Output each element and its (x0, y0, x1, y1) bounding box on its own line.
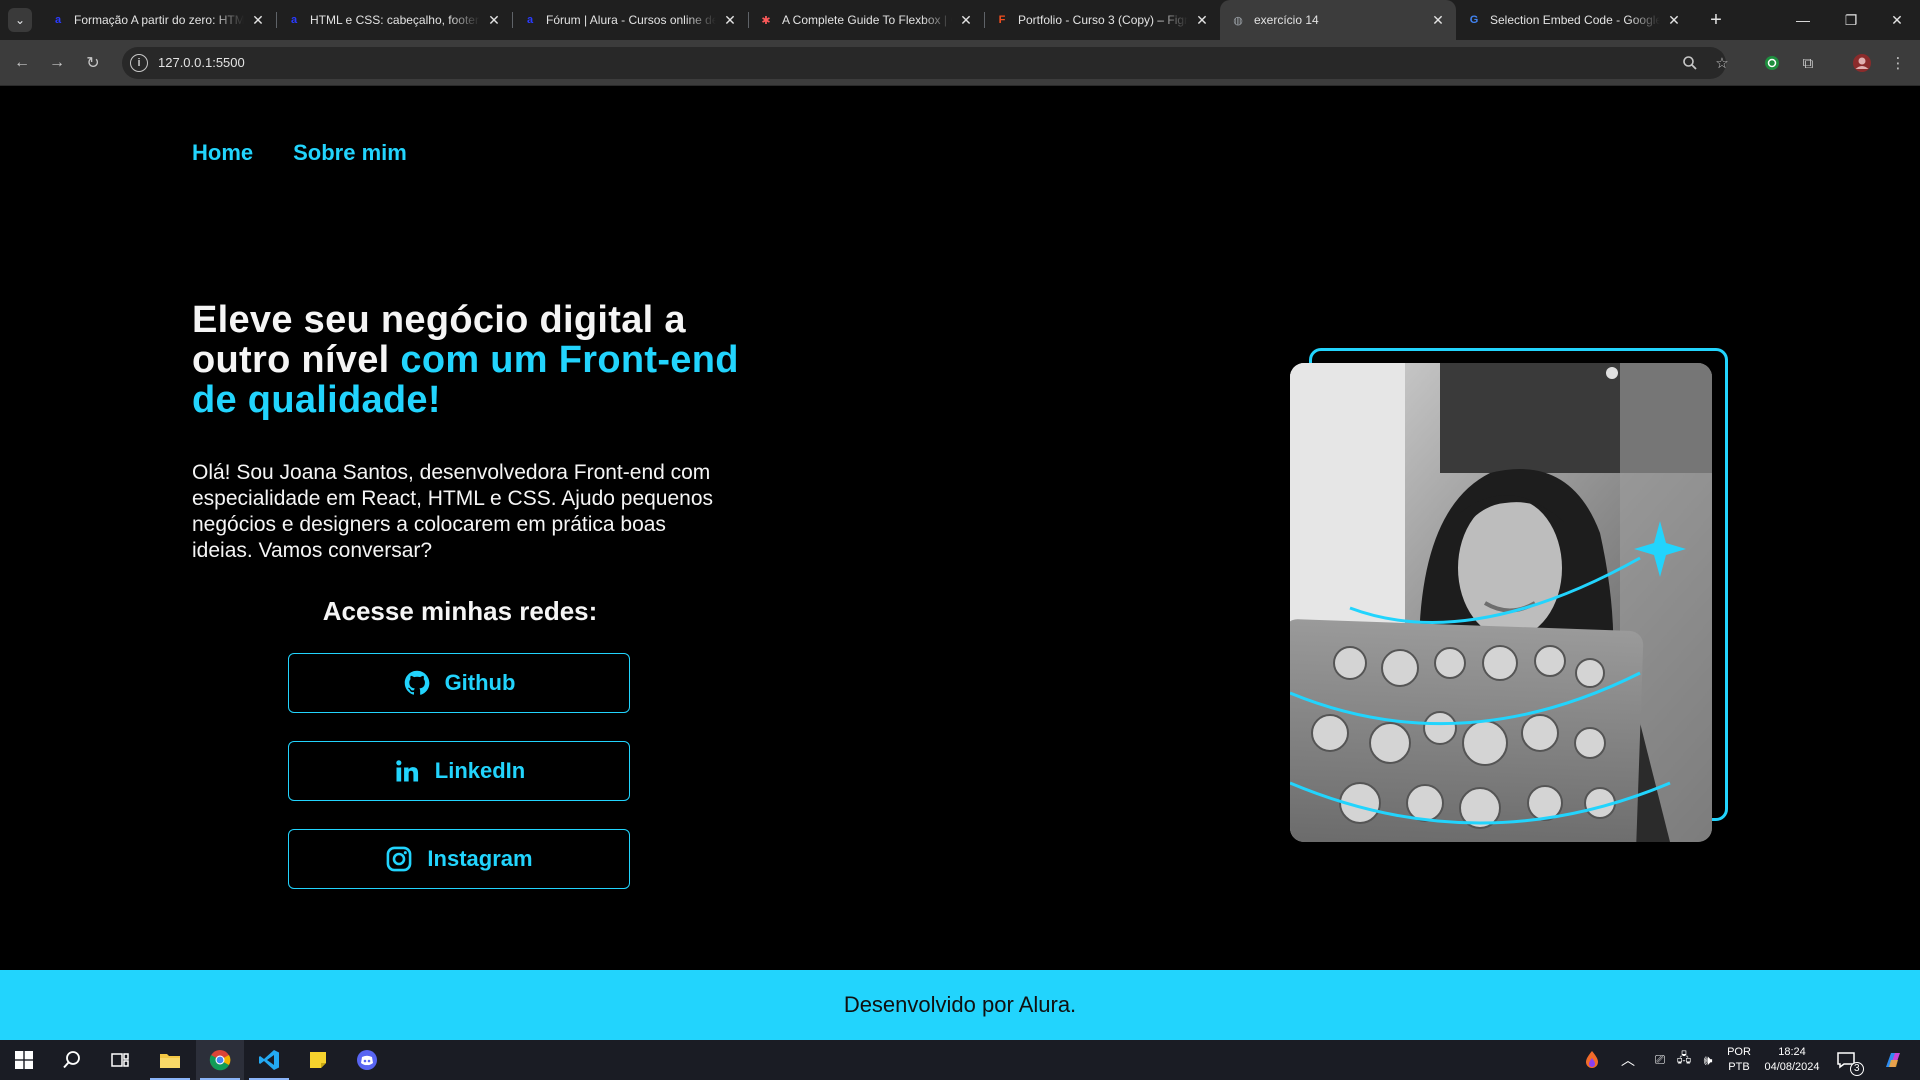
chrome-icon[interactable] (196, 1040, 244, 1080)
instagram-button[interactable]: Instagram (288, 829, 630, 889)
instagram-label: Instagram (427, 846, 533, 871)
zoom-icon[interactable] (1680, 53, 1700, 73)
tab-title: Fórum | Alura - Cursos online de (546, 13, 716, 27)
hero-title: Eleve seu negócio digital a outro nível … (192, 300, 752, 420)
browser-tab[interactable]: G Selection Embed Code - Google Fonts ✕ (1456, 0, 1692, 40)
input-language[interactable]: POR PTB (1722, 1045, 1756, 1075)
tab-close-icon[interactable]: ✕ (250, 12, 266, 28)
color-picker-tray-icon[interactable] (1568, 1040, 1616, 1080)
clock-date: 04/08/2024 (1764, 1061, 1820, 1073)
reload-button[interactable]: ↻ (81, 51, 105, 75)
alura-icon: a (526, 14, 534, 26)
notification-center-icon[interactable]: 3 (1826, 1040, 1866, 1080)
tab-title: Selection Embed Code - Google Fonts (1490, 13, 1660, 27)
social-title: Acesse minhas redes: (322, 596, 598, 626)
profile-avatar[interactable] (1850, 51, 1874, 75)
main-nav: Home Sobre mim (192, 140, 407, 166)
notification-badge: 3 (1850, 1062, 1864, 1076)
extension-green-icon[interactable] (1760, 51, 1784, 75)
alura-icon: a (290, 14, 298, 26)
github-label: Github (444, 670, 516, 695)
windows-taskbar: ︿ ⎚ 🖧 🕪 POR PTB 18:24 04/08/2024 3 (0, 1040, 1920, 1080)
tab-title: HTML e CSS: cabeçalho, footer e (310, 13, 480, 27)
nav-link-home[interactable]: Home (192, 140, 253, 166)
site-info-icon[interactable]: i (130, 54, 148, 72)
tab-close-icon[interactable]: ✕ (722, 12, 738, 28)
keyboard-layout: PTB (1728, 1061, 1750, 1073)
chrome-menu-icon[interactable]: ⋮ (1886, 51, 1910, 75)
tab-list: aFormação A partir do zero: HTML e CSS✕a… (40, 0, 1692, 40)
restore-button[interactable]: ❐ (1828, 0, 1874, 40)
github-icon (404, 670, 429, 695)
page-footer: Desenvolvido por Alura. (0, 970, 1920, 1040)
tab-close-icon[interactable]: ✕ (1430, 12, 1446, 28)
forward-button[interactable]: → (45, 51, 69, 75)
meet-now-icon[interactable]: ⎚ (1648, 1040, 1672, 1080)
profile-photo (1290, 363, 1712, 842)
tab-close-icon[interactable]: ✕ (958, 12, 974, 28)
css-tricks-icon: ✱ (761, 14, 771, 27)
linkedin-label: LinkedIn (434, 758, 526, 783)
tab-title: A Complete Guide To Flexbox | CSS (782, 13, 952, 27)
close-window-button[interactable]: ✕ (1874, 0, 1920, 40)
alura-icon: a (54, 14, 62, 26)
github-button[interactable]: Github (288, 653, 630, 713)
back-button[interactable]: ← (10, 51, 34, 75)
volume-icon[interactable]: 🕪 (1696, 1040, 1720, 1080)
instagram-icon (387, 846, 412, 872)
browser-tab[interactable]: ◍ exercício 14 ✕ (1220, 0, 1456, 40)
copilot-icon[interactable] (1870, 1040, 1916, 1080)
extensions-puzzle-icon[interactable]: ⧉ (1796, 51, 1820, 75)
globe-icon: ◍ (1233, 14, 1243, 27)
web-page: Home Sobre mim Eleve seu negócio digital… (0, 86, 1920, 1040)
browser-tab[interactable]: F Portfolio - Curso 3 (Copy) – Figma ✕ (984, 0, 1220, 40)
sticky-notes-icon[interactable] (294, 1040, 342, 1080)
google-fonts-icon: G (1469, 14, 1479, 26)
file-explorer-icon[interactable] (146, 1040, 194, 1080)
network-icon[interactable]: 🖧 (1672, 1040, 1696, 1080)
tab-strip: ⌄ a Formação A partir do zero: HTML e CSS… (0, 0, 1920, 40)
new-tab-button[interactable]: + (1704, 8, 1728, 32)
browser-tab[interactable]: a HTML e CSS: cabeçalho, footer e ✕ (276, 0, 512, 40)
figma-icon: F (998, 14, 1006, 26)
tab-close-icon[interactable]: ✕ (486, 12, 502, 28)
tab-search-button[interactable]: ⌄ (8, 8, 32, 32)
show-hidden-icons-chevron-icon[interactable]: ︿ (1614, 1040, 1642, 1080)
address-bar[interactable]: i 127.0.0.1:5500 ☆ (122, 47, 1729, 79)
windows-start-icon[interactable] (0, 1040, 48, 1080)
clock[interactable]: 18:24 04/08/2024 (1758, 1045, 1826, 1075)
tab-close-icon[interactable]: ✕ (1194, 12, 1210, 28)
browser-toolbar: ← → ↻ i 127.0.0.1:5500 ☆ ⧉ ⋮ (0, 40, 1920, 86)
tab-title: Portfolio - Curso 3 (Copy) – Figma (1018, 13, 1188, 27)
minimize-button[interactable]: — (1780, 0, 1826, 40)
nav-link-about[interactable]: Sobre mim (293, 140, 407, 166)
tab-title: Formação A partir do zero: HTML e CSS (74, 13, 244, 27)
linkedin-icon (396, 760, 418, 782)
browser-tab[interactable]: a Fórum | Alura - Cursos online de ✕ (512, 0, 748, 40)
bookmark-star-icon[interactable]: ☆ (1712, 53, 1732, 73)
browser-tab[interactable]: a Formação A partir do zero: HTML e CSS ✕ (40, 0, 276, 40)
clock-time: 18:24 (1778, 1046, 1806, 1058)
url-text[interactable]: 127.0.0.1:5500 (158, 55, 245, 70)
linkedin-button[interactable]: LinkedIn (288, 741, 630, 801)
task-view-icon[interactable] (96, 1040, 144, 1080)
language-code: POR (1727, 1046, 1751, 1058)
tab-close-icon[interactable]: ✕ (1666, 12, 1682, 28)
tab-title: exercício 14 (1254, 13, 1319, 27)
search-icon[interactable] (48, 1040, 96, 1080)
footer-text: Desenvolvido por Alura. (843, 992, 1077, 1017)
vscode-icon[interactable] (245, 1040, 293, 1080)
discord-icon[interactable] (343, 1040, 391, 1080)
hero-description: Olá! Sou Joana Santos, desenvolvedora Fr… (192, 461, 714, 562)
browser-tab[interactable]: ✱ A Complete Guide To Flexbox | CSS ✕ (748, 0, 984, 40)
